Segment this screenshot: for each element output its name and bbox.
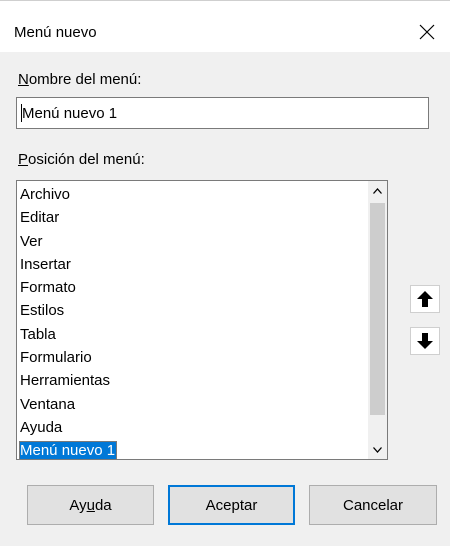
dialog-title: Menú nuevo xyxy=(14,24,97,41)
close-icon xyxy=(419,24,435,40)
list-item-label: Ventana xyxy=(20,395,76,413)
list-scrollbar[interactable] xyxy=(368,181,387,459)
move-down-button[interactable] xyxy=(410,327,440,355)
menu-position-list[interactable]: Archivo Editar Ver Insertar Formato Estilos Ta… xyxy=(16,180,388,460)
help-button[interactable]: Ay u da xyxy=(27,485,154,525)
menu-name-label-text: ombre del menú: xyxy=(28,71,142,88)
scroll-up-button[interactable] xyxy=(368,181,387,200)
list-item[interactable]: Ventana xyxy=(17,393,369,416)
list-item[interactable]: Tabla xyxy=(17,323,369,346)
cancel-button[interactable]: Cancelar xyxy=(309,485,437,525)
list-item-label: Insertar xyxy=(20,255,71,273)
list-item[interactable]: Archivo xyxy=(17,183,369,206)
move-up-button[interactable] xyxy=(410,285,440,313)
list-item-label: Herramientas xyxy=(20,372,111,390)
chevron-up-icon xyxy=(373,187,382,194)
text-caret xyxy=(21,104,22,122)
menu-name-label: Nombre del menú: xyxy=(18,70,141,90)
list-item[interactable]: Estilos xyxy=(17,299,369,322)
title-bar: Menú nuevo xyxy=(0,0,450,52)
chevron-down-icon xyxy=(373,446,382,453)
list-item[interactable]: Formato xyxy=(17,276,369,299)
list-item-label: Ver xyxy=(20,232,43,250)
list-item-label: Archivo xyxy=(20,186,71,203)
help-button-label-accel: u xyxy=(86,496,95,514)
menu-position-items: Archivo Editar Ver Insertar Formato Estilos Ta… xyxy=(17,183,369,460)
list-item-label: Ayuda xyxy=(20,418,63,436)
list-item[interactable]: Ayuda xyxy=(17,416,369,439)
list-item[interactable]: Editar xyxy=(17,206,369,229)
help-button-label-pre: Ay xyxy=(69,496,87,514)
list-item-label: Estilos xyxy=(20,302,65,320)
close-button[interactable] xyxy=(404,13,450,51)
help-button-label-post: da xyxy=(94,496,112,514)
list-item-label: Formulario xyxy=(20,349,92,367)
scroll-down-button[interactable] xyxy=(368,440,387,459)
menu-position-label: Posición del menú: xyxy=(18,150,145,170)
list-item-label: Tabla xyxy=(20,325,56,343)
list-item[interactable]: Herramientas xyxy=(17,369,369,392)
menu-position-label-accel: P xyxy=(18,151,29,168)
scroll-thumb[interactable] xyxy=(370,203,385,415)
list-item-label: Editar xyxy=(20,209,60,227)
menu-name-label-accel: N xyxy=(18,71,29,88)
arrow-down-icon xyxy=(417,333,433,349)
new-menu-dialog: Menú nuevo Nombre del menú: Posición del… xyxy=(0,0,450,546)
menu-name-field[interactable] xyxy=(16,97,429,129)
list-item-label: Menú nuevo 1 xyxy=(19,441,118,460)
list-item-label: Formato xyxy=(20,279,76,297)
arrow-up-icon xyxy=(417,291,433,307)
list-item[interactable]: Formulario xyxy=(17,346,369,369)
list-item[interactable]: Ver xyxy=(17,230,369,253)
menu-name-field-wrap xyxy=(16,97,429,129)
list-item[interactable]: Insertar xyxy=(17,253,369,276)
list-item-selected[interactable]: Menú nuevo 1 xyxy=(17,439,369,460)
menu-position-label-text: osición del menú: xyxy=(28,151,145,168)
ok-button[interactable]: Aceptar xyxy=(168,485,295,525)
